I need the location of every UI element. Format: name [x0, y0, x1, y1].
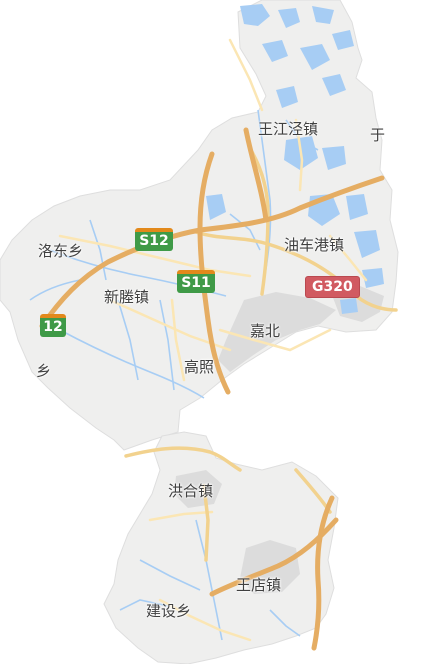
place-label-wangdian[interactable]: 王店镇	[236, 578, 281, 593]
place-label-jiabei[interactable]: 嘉北	[250, 324, 280, 339]
g320-national-road-shield[interactable]: G320	[305, 276, 360, 298]
place-label-xinsheng[interactable]: 新塍镇	[104, 290, 149, 305]
s12-expressway-shield[interactable]: S12	[135, 228, 173, 251]
place-label-honghe[interactable]: 洪合镇	[168, 484, 213, 499]
place-label-jianshe[interactable]: 建设乡	[146, 604, 191, 619]
lake-east-2	[340, 298, 358, 314]
place-label-gaozhao[interactable]: 高照	[184, 360, 214, 375]
s12-left-expressway-shield[interactable]: 12	[40, 314, 66, 337]
place-label-edge-right[interactable]: 于	[370, 128, 385, 143]
place-label-edge-left[interactable]: 乡	[36, 364, 51, 379]
place-label-youchegang[interactable]: 油车港镇	[284, 238, 344, 253]
place-label-wangjiangjing[interactable]: 王江泾镇	[258, 122, 318, 137]
s11-expressway-shield[interactable]: S11	[177, 270, 215, 293]
place-label-luodong[interactable]: 洛东乡	[38, 244, 83, 259]
